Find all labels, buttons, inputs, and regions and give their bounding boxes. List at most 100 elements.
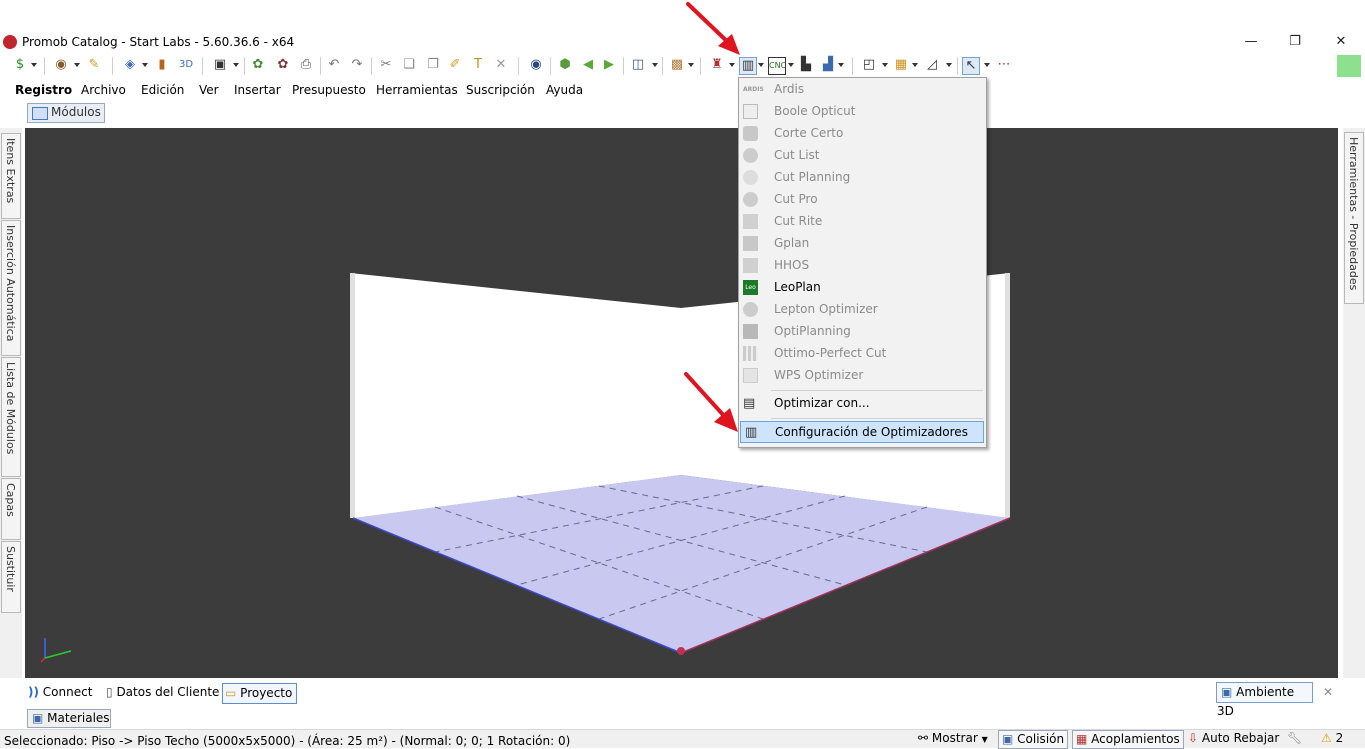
view-3d-icon[interactable]: 3D bbox=[178, 57, 194, 73]
menu-registro[interactable]: Registro bbox=[15, 83, 72, 97]
undo-icon[interactable]: ↶ bbox=[326, 57, 342, 73]
menu-item-cut-planning[interactable]: Cut Planning bbox=[739, 167, 986, 189]
tab-lista-de-modulos[interactable]: Lista de Módulos bbox=[1, 357, 21, 477]
left-dock-panel: Itens Extras Inserción Automática Lista … bbox=[0, 128, 22, 678]
eye-icon[interactable]: ◉ bbox=[528, 57, 544, 73]
measure-icon[interactable]: ⋯ bbox=[996, 57, 1012, 73]
select-cursor-icon[interactable]: ↖ bbox=[962, 57, 980, 75]
redo-icon[interactable]: ↷ bbox=[349, 57, 365, 73]
menu-item-optiplanning[interactable]: OptiPlanning bbox=[739, 321, 986, 343]
menu-item-corte-certo[interactable]: Corte Certo bbox=[739, 123, 986, 145]
chevron-down-icon[interactable] bbox=[788, 63, 794, 67]
chevron-down-icon[interactable] bbox=[882, 63, 888, 67]
render-settings-icon[interactable]: ✿ bbox=[275, 57, 291, 73]
menu-item-leoplan[interactable]: Leo LeoPlan bbox=[739, 277, 986, 299]
brush-icon[interactable]: ✐ bbox=[447, 57, 463, 73]
restore-button[interactable]: ❐ bbox=[1272, 32, 1318, 52]
view-icon[interactable]: ◫ bbox=[630, 57, 646, 73]
copy-icon[interactable]: ❏ bbox=[401, 57, 417, 73]
paint-roller-icon[interactable]: T bbox=[470, 57, 486, 73]
chart-icon[interactable]: ▟ bbox=[820, 57, 836, 73]
shape-icon[interactable]: ◿ bbox=[924, 57, 940, 73]
acoplamientos-toggle[interactable]: ▦ Acoplamientos bbox=[1072, 730, 1184, 749]
chevron-down-icon[interactable] bbox=[912, 63, 918, 67]
mostrar-dropdown[interactable]: ⚯ Mostrar ▼ bbox=[918, 730, 988, 747]
paste-icon[interactable]: ❐ bbox=[425, 57, 441, 73]
menu-edicion[interactable]: Edición bbox=[141, 83, 184, 97]
chevron-down-icon[interactable] bbox=[233, 63, 239, 67]
menu-item-cut-list[interactable]: Cut List bbox=[739, 145, 986, 167]
menu-item-lepton-optimizer[interactable]: Lepton Optimizer bbox=[739, 299, 986, 321]
menu-item-cut-rite[interactable]: Cut Rite bbox=[739, 211, 986, 233]
menu-item-wps-optimizer[interactable]: WPS Optimizer bbox=[739, 365, 986, 387]
report-icon[interactable]: ▙ bbox=[798, 57, 814, 73]
menu-item-configuracion-optimizadores[interactable]: ▥ Configuración de Optimizadores bbox=[740, 421, 984, 443]
save-icon[interactable]: ▣ bbox=[212, 57, 228, 73]
menu-item-configuracion-optimizadores-label: Configuración de Optimizadores bbox=[775, 425, 968, 439]
tab-itens-extras[interactable]: Itens Extras bbox=[1, 133, 21, 219]
menu-item-boole-opticut[interactable]: Boole Opticut bbox=[739, 101, 986, 123]
tab-insercion-automatica[interactable]: Inserción Automática bbox=[1, 220, 21, 356]
close-button[interactable]: ✕ bbox=[1318, 32, 1364, 52]
dimension-icon[interactable]: ▮ bbox=[154, 57, 170, 73]
chevron-down-icon[interactable] bbox=[984, 63, 990, 67]
tab-proyecto[interactable]: ▭ Proyecto bbox=[222, 683, 298, 704]
menu-ayuda[interactable]: Ayuda bbox=[546, 83, 583, 97]
replace-icon[interactable]: ⬢ bbox=[557, 57, 573, 73]
menu-suscripcion[interactable]: Suscripción bbox=[466, 83, 535, 97]
chevron-down-icon[interactable] bbox=[74, 63, 80, 67]
print-icon[interactable]: ⎙ bbox=[298, 57, 314, 73]
ambiente-3d-button[interactable]: ▣ Ambiente 3D bbox=[1216, 682, 1313, 718]
left-wall[interactable] bbox=[350, 273, 681, 518]
menu-item-cut-pro[interactable]: Cut Pro bbox=[739, 189, 986, 211]
catalog-icon[interactable]: ◉ bbox=[53, 57, 69, 73]
tab-connect[interactable]: )) Connect bbox=[28, 683, 92, 702]
menu-item-gplan[interactable]: Gplan bbox=[739, 233, 986, 255]
menu-ver[interactable]: Ver bbox=[199, 83, 219, 97]
layers-icon[interactable]: ◈ bbox=[122, 57, 138, 73]
tab-datos-del-cliente[interactable]: ▯ Datos del Cliente bbox=[106, 683, 219, 702]
menu-item-hhos-label: HHOS bbox=[774, 258, 810, 272]
chevron-down-icon[interactable] bbox=[758, 63, 764, 67]
tab-sustituir[interactable]: Sustituir bbox=[1, 541, 21, 613]
tab-modulos[interactable]: Módulos bbox=[27, 103, 105, 123]
colision-toggle[interactable]: ▣ Colisión bbox=[998, 730, 1069, 749]
wrench-icon[interactable]: 🔧︎ bbox=[1287, 730, 1302, 747]
menu-presupuesto[interactable]: Presupuesto bbox=[292, 83, 366, 97]
tab-herramientas-propiedades[interactable]: Herramientas - Propiedades bbox=[1344, 132, 1364, 304]
menu-item-ottimo-perfect-cut[interactable]: Ottimo-Perfect Cut bbox=[739, 343, 986, 365]
minimize-button[interactable]: — bbox=[1228, 32, 1274, 52]
tab-datos-del-cliente-label: Datos del Cliente bbox=[116, 685, 220, 699]
tab-capas[interactable]: Capas bbox=[1, 478, 21, 540]
menu-insertar[interactable]: Insertar bbox=[234, 83, 281, 97]
toolbar-separator bbox=[518, 57, 519, 75]
currency-icon[interactable]: $ bbox=[12, 57, 28, 73]
cnc-icon[interactable]: CNC bbox=[768, 57, 786, 75]
warnings-indicator[interactable]: ⚠ 2 bbox=[1321, 730, 1343, 747]
cut-icon[interactable]: ✂ bbox=[378, 57, 394, 73]
chevron-down-icon[interactable] bbox=[838, 63, 844, 67]
arrow-right-icon[interactable]: ▶ bbox=[601, 57, 617, 73]
chevron-down-icon[interactable] bbox=[142, 63, 148, 67]
menu-item-ardis[interactable]: ARDIS Ardis bbox=[739, 79, 986, 101]
delete-icon[interactable]: ✕ bbox=[493, 57, 509, 73]
chevron-down-icon[interactable] bbox=[946, 63, 952, 67]
modules-grid-icon[interactable]: ▦ bbox=[893, 57, 909, 73]
close-panel-icon[interactable]: ✕ bbox=[1323, 685, 1333, 699]
tab-materiales[interactable]: ▣ Materiales bbox=[27, 709, 111, 728]
arrow-left-icon[interactable]: ◀ bbox=[580, 57, 596, 73]
chevron-down-icon[interactable] bbox=[652, 63, 658, 67]
menu-item-hhos[interactable]: HHOS bbox=[739, 255, 986, 277]
auto-rebajar-toggle[interactable]: ⇩ Auto Rebajar bbox=[1188, 730, 1279, 747]
menu-herramientas[interactable]: Herramientas bbox=[376, 83, 458, 97]
menu-item-optimizar-con[interactable]: ▤ Optimizar con... bbox=[739, 393, 986, 415]
status-indicator-button[interactable] bbox=[1337, 55, 1361, 77]
chevron-down-icon[interactable] bbox=[729, 63, 735, 67]
wand-icon[interactable]: ✎ bbox=[86, 57, 102, 73]
window-layout-icon[interactable]: ◰ bbox=[861, 57, 877, 73]
chevron-down-icon[interactable] bbox=[688, 63, 694, 67]
optiplanning-icon bbox=[743, 324, 758, 339]
render-icon[interactable]: ✿ bbox=[250, 57, 266, 73]
chevron-down-icon[interactable] bbox=[31, 63, 37, 67]
menu-archivo[interactable]: Archivo bbox=[81, 83, 126, 97]
